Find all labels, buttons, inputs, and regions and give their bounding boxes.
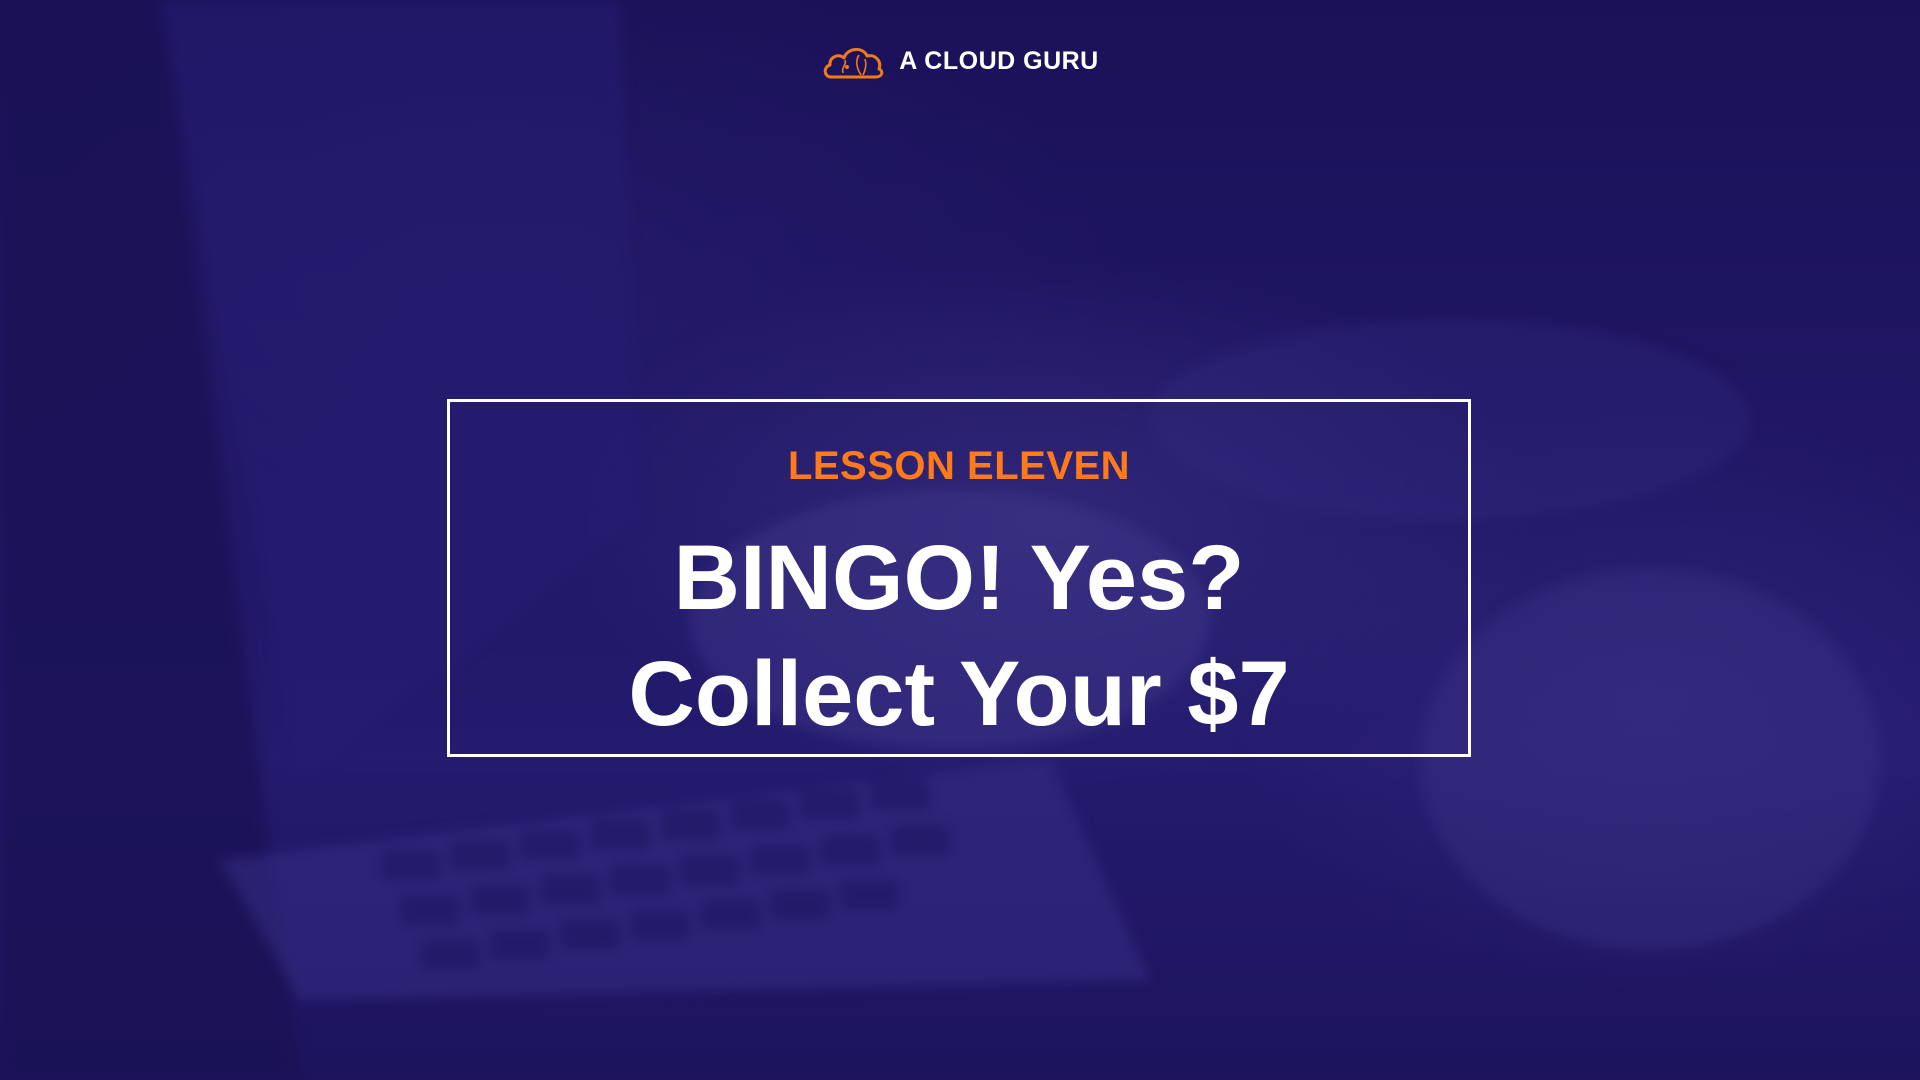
cloud-logo-icon <box>823 48 884 79</box>
brand-name: A CLOUD GURU <box>899 46 1099 75</box>
headline-line-2: Collect Your $7 <box>628 643 1290 745</box>
video-slide: A CLOUD GURU LESSON ELEVEN BINGO! Yes? C… <box>0 0 1920 1080</box>
headline-line-1: BINGO! Yes? <box>673 527 1245 629</box>
slide-headline: BINGO! Yes? Collect Your $7 <box>450 520 1468 752</box>
lesson-label: LESSON ELEVEN <box>787 444 1131 488</box>
brand-header: A CLOUD GURU <box>0 36 1920 86</box>
title-card: LESSON ELEVEN BINGO! Yes? Collect Your $… <box>447 399 1471 757</box>
